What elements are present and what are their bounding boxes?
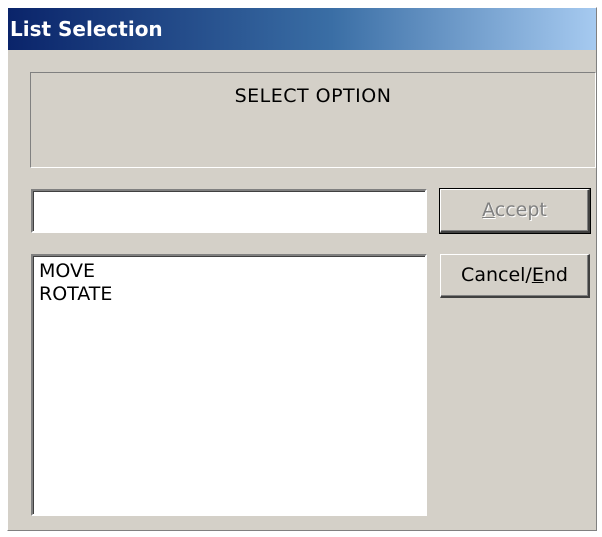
cancel-end-button[interactable]: Cancel/End <box>440 254 590 298</box>
cancel-label-rest: nd <box>543 264 568 286</box>
window-title: List Selection <box>8 8 596 50</box>
cancel-mnemonic: E <box>531 264 544 286</box>
options-listbox[interactable]: MOVE ROTATE <box>31 254 427 516</box>
list-item-move[interactable]: MOVE <box>37 260 421 283</box>
selection-input[interactable] <box>31 189 427 233</box>
cancel-label-prefix: Cancel/ <box>461 264 532 286</box>
accept-mnemonic: A <box>482 199 495 221</box>
list-item-rotate[interactable]: ROTATE <box>37 283 421 306</box>
accept-label: ccept <box>494 199 547 221</box>
prompt-panel: SELECT OPTION <box>30 72 596 168</box>
prompt-text: SELECT OPTION <box>234 85 392 107</box>
accept-button[interactable]: Accept <box>439 188 591 234</box>
list-selection-dialog: List Selection SELECT OPTION MOVE ROTATE… <box>7 7 597 531</box>
